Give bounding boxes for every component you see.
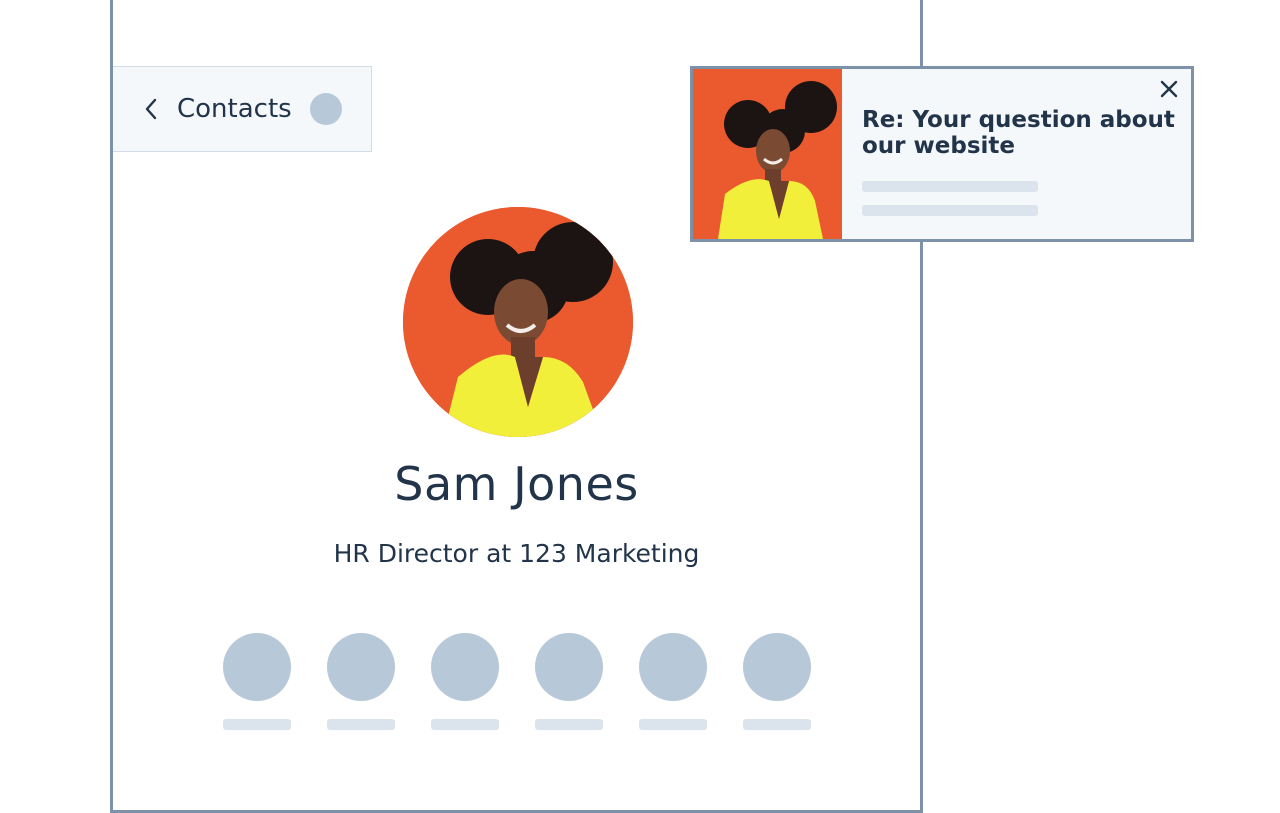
action-button[interactable] (535, 633, 603, 701)
action-button[interactable] (431, 633, 499, 701)
chevron-left-icon[interactable] (140, 97, 162, 121)
action-item-4[interactable] (535, 633, 603, 733)
action-label-placeholder (223, 719, 291, 730)
contacts-header: Contacts (113, 66, 372, 152)
contact-job-title: HR Director at 123 Marketing (333, 539, 700, 568)
email-notification[interactable]: Re: Your question about our website (690, 66, 1194, 242)
notification-body: Re: Your question about our website (842, 69, 1191, 239)
action-button[interactable] (743, 633, 811, 701)
action-button[interactable] (327, 633, 395, 701)
preview-line-placeholder (862, 205, 1038, 216)
contact-actions (223, 633, 823, 733)
action-label-placeholder (431, 719, 499, 730)
action-item-6[interactable] (743, 633, 811, 733)
contact-avatar (403, 207, 633, 437)
contact-name: Sam Jones (394, 457, 639, 511)
action-item-1[interactable] (223, 633, 291, 733)
action-label-placeholder (743, 719, 811, 730)
sender-photo (693, 69, 842, 239)
action-label-placeholder (535, 719, 603, 730)
action-label-placeholder (639, 719, 707, 730)
notification-title[interactable]: Re: Your question about our website (862, 107, 1182, 159)
action-label-placeholder (327, 719, 395, 730)
action-item-5[interactable] (639, 633, 707, 733)
close-icon[interactable] (1157, 77, 1181, 101)
contacts-breadcrumb[interactable]: Contacts (177, 94, 292, 124)
preview-line-placeholder (862, 181, 1038, 192)
action-button[interactable] (223, 633, 291, 701)
action-button[interactable] (639, 633, 707, 701)
action-item-2[interactable] (327, 633, 395, 733)
action-item-3[interactable] (431, 633, 499, 733)
status-dot (309, 93, 342, 125)
